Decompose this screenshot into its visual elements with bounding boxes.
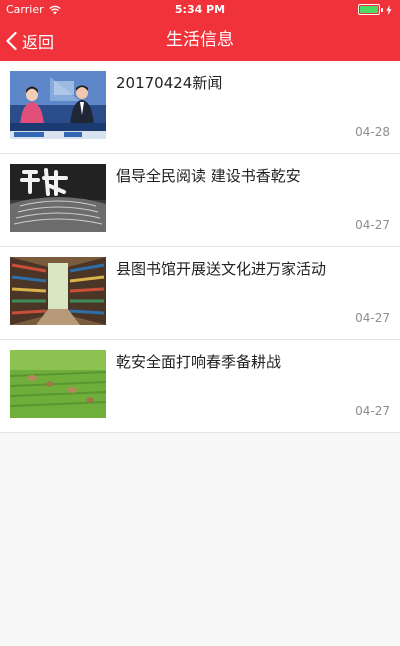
back-label: 返回 bbox=[22, 32, 55, 52]
chevron-left-icon bbox=[6, 31, 17, 50]
battery-icon bbox=[358, 4, 380, 15]
item-title: 20170424新闻 bbox=[116, 74, 223, 92]
item-date: 04-28 bbox=[355, 125, 390, 139]
item-date: 04-27 bbox=[355, 404, 390, 418]
item-date: 04-27 bbox=[355, 218, 390, 232]
screen: Carrier 5:34 PM 返回 生活信息 20170424新闻 04-28… bbox=[0, 0, 400, 646]
list-item[interactable]: 20170424新闻 04-28 bbox=[0, 61, 400, 154]
status-time: 5:34 PM bbox=[174, 3, 226, 16]
charging-bolt-icon bbox=[386, 4, 392, 15]
nav-bar: 返回 生活信息 bbox=[0, 20, 400, 61]
header: Carrier 5:34 PM 返回 生活信息 bbox=[0, 0, 400, 61]
farmland-image bbox=[10, 350, 106, 418]
library-shelves-image bbox=[10, 257, 106, 325]
news-list: 20170424新闻 04-28 倡导全民阅读 建设书香乾安 04-27 县图书… bbox=[0, 61, 400, 433]
back-button[interactable]: 返回 bbox=[6, 20, 54, 61]
battery-cap bbox=[381, 7, 383, 12]
item-date: 04-27 bbox=[355, 311, 390, 325]
item-title: 乾安全面打响春季备耕战 bbox=[116, 353, 282, 371]
list-item[interactable]: 县图书馆开展送文化进万家活动 04-27 bbox=[0, 247, 400, 340]
list-item[interactable]: 倡导全民阅读 建设书香乾安 04-27 bbox=[0, 154, 400, 247]
reading-image bbox=[10, 164, 106, 232]
item-title: 倡导全民阅读 建设书香乾安 bbox=[116, 167, 301, 185]
status-right bbox=[358, 4, 392, 15]
news-broadcast-image bbox=[10, 71, 106, 139]
battery-level bbox=[360, 6, 378, 13]
list-item[interactable]: 乾安全面打响春季备耕战 04-27 bbox=[0, 340, 400, 433]
item-title: 县图书馆开展送文化进万家活动 bbox=[116, 260, 327, 278]
status-bar: Carrier 5:34 PM bbox=[0, 0, 400, 20]
page-title: 生活信息 bbox=[166, 30, 234, 50]
